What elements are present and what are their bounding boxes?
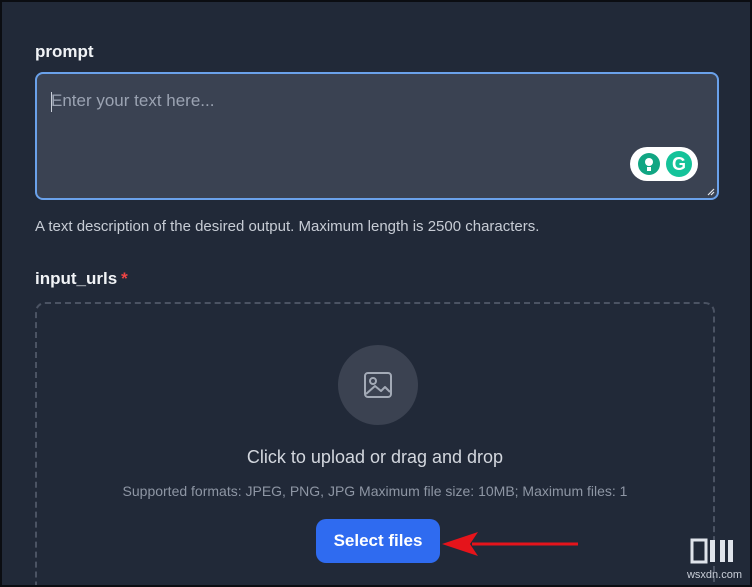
watermark-logo-icon — [690, 538, 733, 564]
image-icon — [364, 372, 392, 398]
dropzone-subtitle: Supported formats: JPEG, PNG, JPG Maximu… — [122, 483, 628, 499]
select-files-button[interactable]: Select files — [316, 519, 440, 563]
required-asterisk: * — [121, 269, 128, 288]
input-urls-label-text: input_urls — [35, 269, 118, 288]
grammarly-widget[interactable]: G — [630, 147, 698, 181]
prompt-label: prompt — [35, 42, 94, 61]
text-caret — [51, 92, 52, 112]
form-panel: prompt G A text description of the desir… — [0, 0, 752, 587]
resize-handle-icon[interactable] — [707, 188, 715, 196]
file-dropzone[interactable]: Click to upload or drag and drop Support… — [35, 302, 715, 585]
prompt-help-text: A text description of the desired output… — [35, 218, 540, 235]
watermark-text: wsxdn.com — [686, 569, 742, 581]
red-arrow-annotation-icon — [442, 532, 578, 556]
upload-icon-circle — [338, 345, 418, 425]
input-urls-label: input_urls * — [35, 269, 128, 289]
lightbulb-icon[interactable] — [638, 153, 660, 175]
grammarly-g-icon[interactable]: G — [666, 151, 692, 177]
prompt-textarea-box[interactable]: G — [35, 72, 719, 200]
dropzone-title: Click to upload or drag and drop — [246, 447, 504, 467]
prompt-textarea[interactable] — [37, 74, 717, 198]
